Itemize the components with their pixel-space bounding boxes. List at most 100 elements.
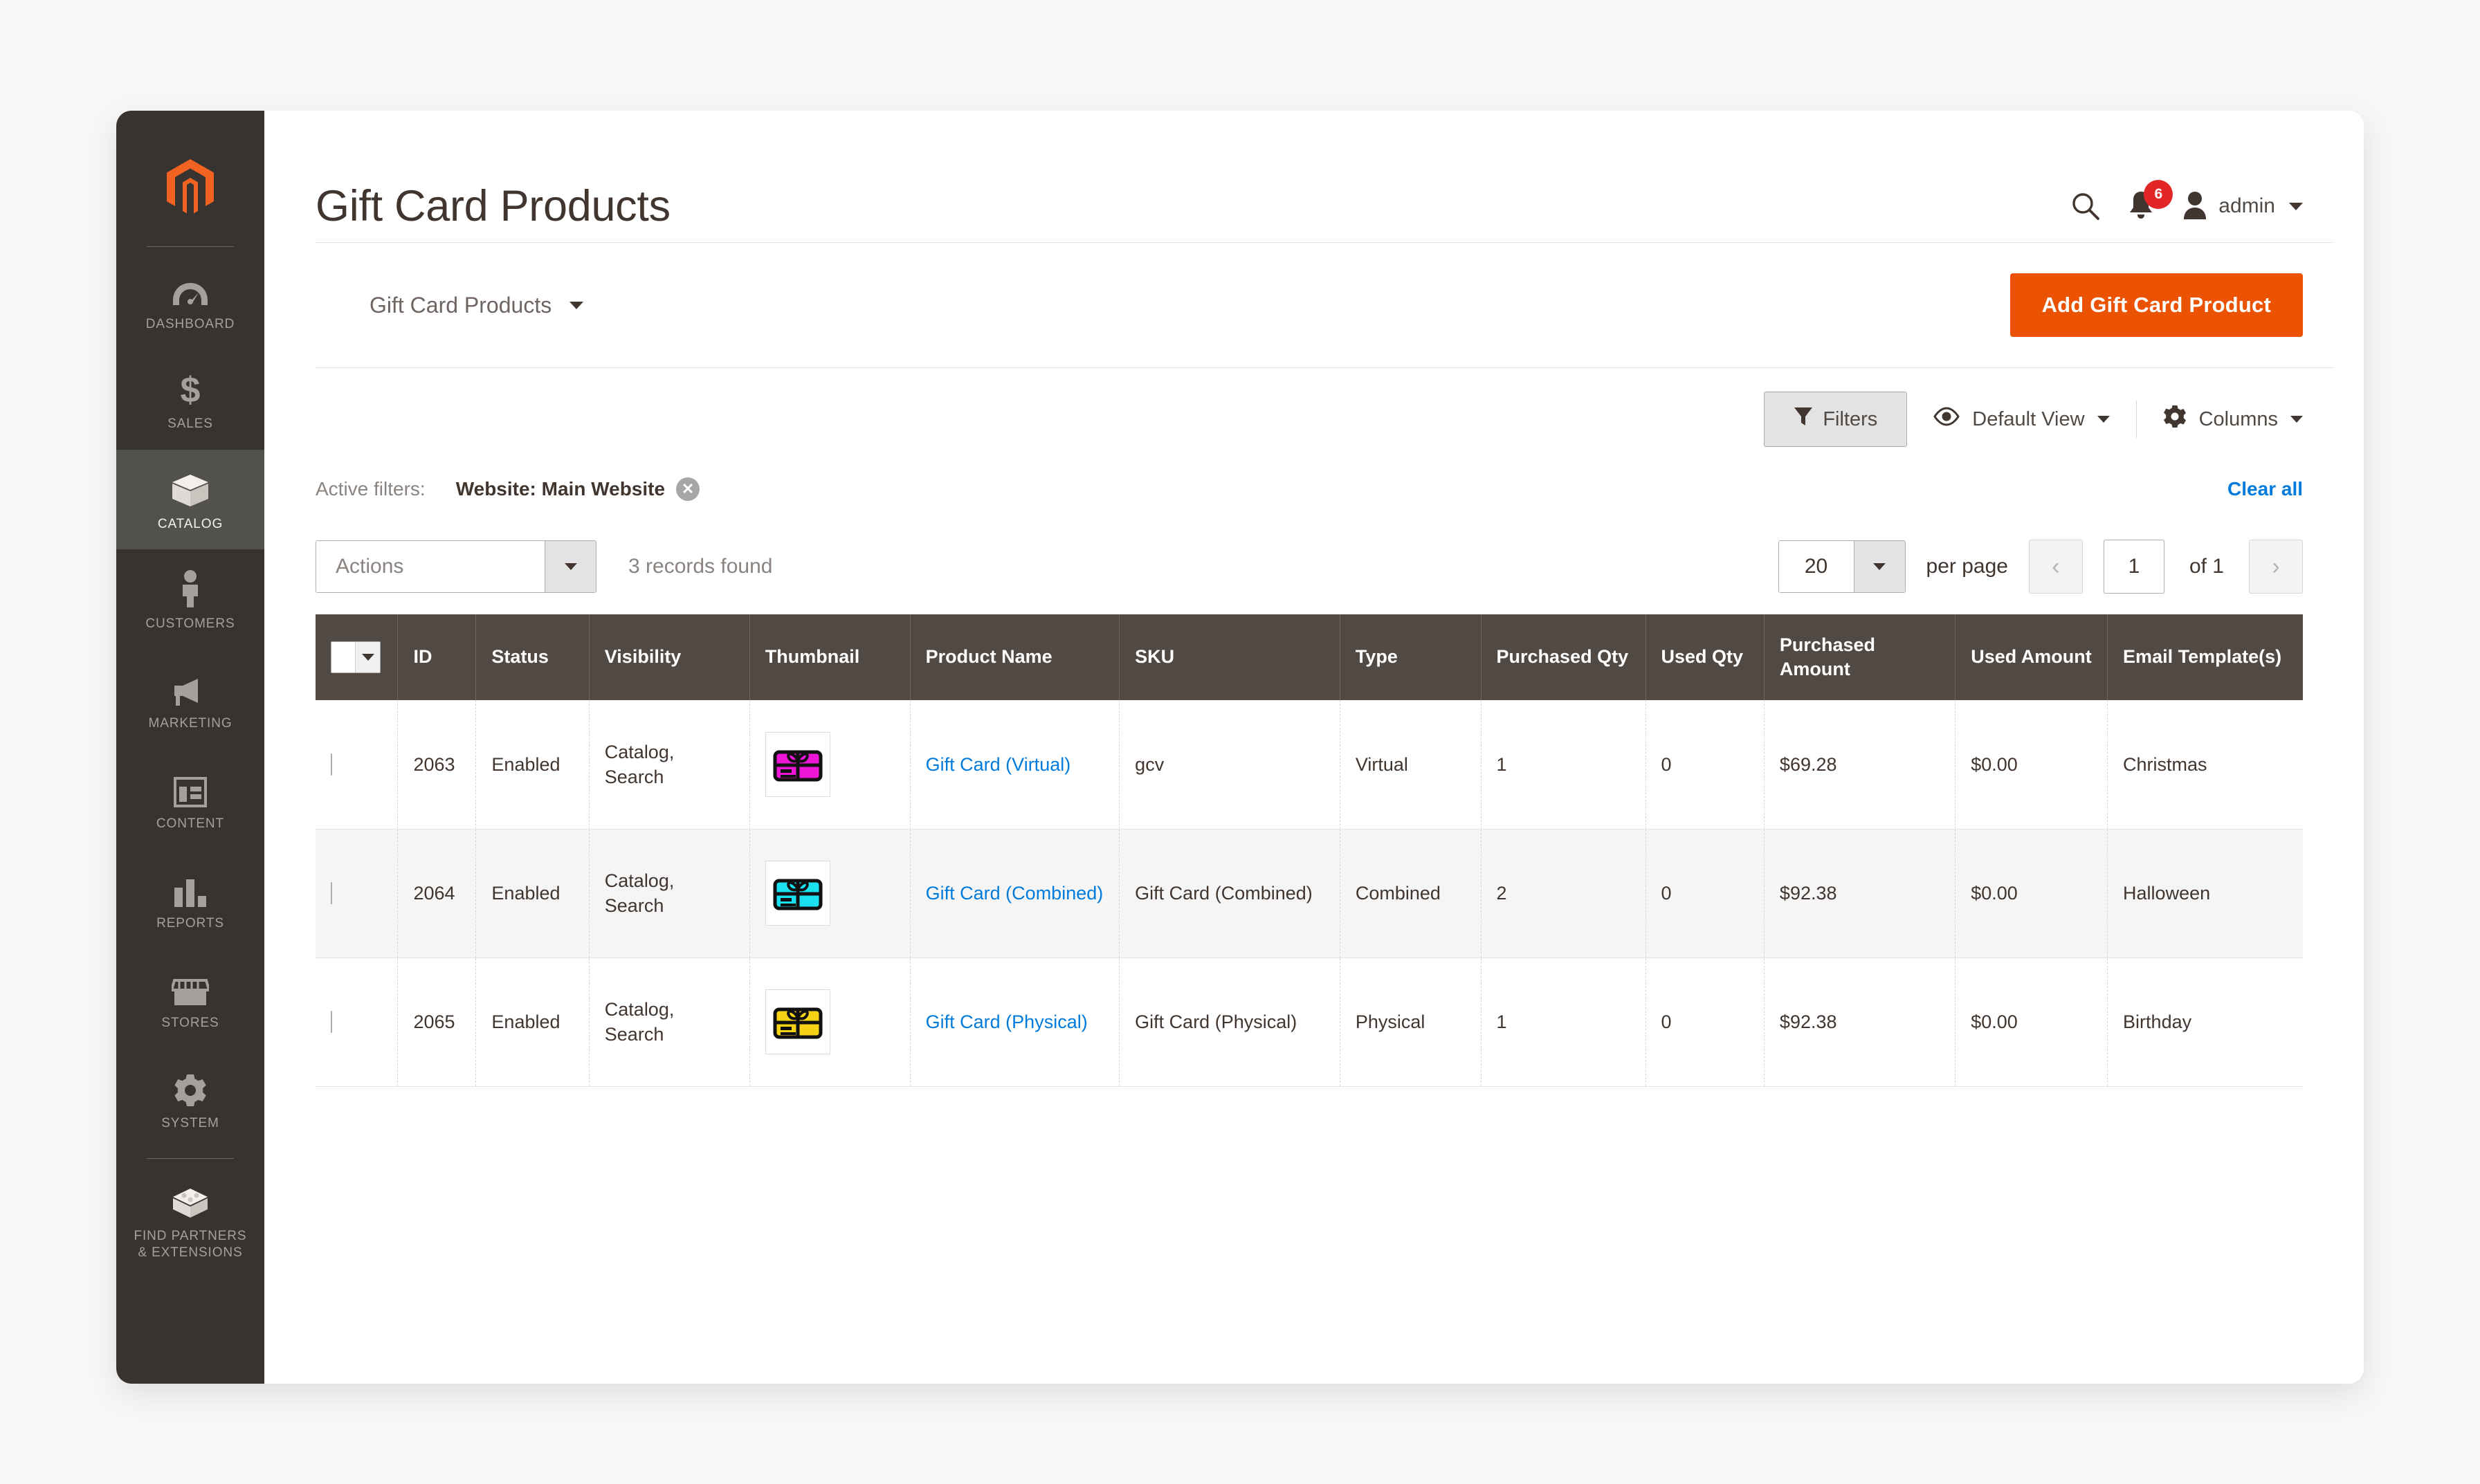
sidebar-item-label: SALES (167, 416, 213, 432)
products-grid-wrapper: ID Status Visibility Thumbnail Product N… (316, 614, 2333, 1087)
cell-used-qty: 0 (1645, 958, 1765, 1087)
svg-text:$: $ (181, 372, 201, 407)
column-header-used-amount[interactable]: Used Amount (1955, 614, 2108, 700)
active-filter-chip: Website: Main Website ✕ (456, 477, 700, 501)
column-header-id[interactable]: ID (397, 614, 477, 700)
cell-id: 2065 (397, 958, 477, 1087)
cell-visibility: Catalog, Search (589, 829, 750, 958)
sidebar-item-customers[interactable]: CUSTOMERS (116, 549, 264, 649)
page-number-input[interactable]: 1 (2103, 540, 2164, 594)
row-checkbox[interactable] (331, 753, 332, 776)
close-circle-icon[interactable]: ✕ (676, 477, 700, 501)
megaphone-icon (120, 667, 260, 707)
sidebar-item-label: SYSTEM (161, 1115, 219, 1130)
chevron-down-icon (569, 301, 584, 309)
per-page-label: per page (1926, 555, 2008, 578)
column-header-used-qty[interactable]: Used Qty (1645, 614, 1765, 700)
cell-used-amount: $0.00 (1955, 958, 2108, 1087)
column-header-status[interactable]: Status (475, 614, 590, 700)
gear-icon (120, 1067, 260, 1107)
default-view-dropdown[interactable]: Default View (1907, 407, 2135, 432)
table-row[interactable]: 2064 Enabled Catalog, Search Gift Card (… (316, 829, 2303, 958)
column-header-type[interactable]: Type (1340, 614, 1481, 700)
cell-purchased-qty: 2 (1481, 829, 1646, 958)
filters-button[interactable]: Filters (1764, 392, 1908, 447)
view-switcher[interactable]: Gift Card Products (316, 292, 584, 318)
active-filters-list: Active filters: Website: Main Website ✕ (316, 477, 700, 501)
notification-count-badge: 6 (2144, 179, 2173, 209)
cell-purchased-amount: $69.28 (1764, 700, 1956, 830)
page-header: Gift Card Products 6 admin (316, 111, 2333, 242)
table-header-row: ID Status Visibility Thumbnail Product N… (316, 614, 2303, 700)
columns-dropdown[interactable]: Columns (2137, 405, 2303, 434)
cell-type: Physical (1340, 958, 1481, 1087)
magento-logo-icon (167, 159, 214, 216)
sidebar-item-content[interactable]: CONTENT (116, 749, 264, 849)
cell-purchased-qty: 1 (1481, 700, 1646, 830)
gift-card-icon[interactable] (765, 861, 830, 926)
view-switcher-label: Gift Card Products (370, 292, 552, 318)
per-page-value: 20 (1778, 541, 1854, 592)
columns-label: Columns (2198, 407, 2278, 430)
sidebar-item-system[interactable]: SYSTEM (116, 1049, 264, 1148)
cell-product-name: Gift Card (Combined) (910, 829, 1120, 958)
sidebar-item-stores[interactable]: STORES (116, 949, 264, 1048)
sidebar-item-sales[interactable]: $ SALES (116, 349, 264, 449)
cell-used-qty: 0 (1645, 829, 1765, 958)
column-header-purchased-amount[interactable]: Purchased Amount (1764, 614, 1956, 700)
cell-type: Virtual (1340, 700, 1481, 830)
table-row[interactable]: 2065 Enabled Catalog, Search Gift Card (… (316, 958, 2303, 1087)
notifications-button[interactable]: 6 (2127, 179, 2173, 223)
column-header-visibility[interactable]: Visibility (589, 614, 750, 700)
eye-icon (1933, 407, 1960, 432)
cell-sku: Gift Card (Physical) (1119, 958, 1340, 1087)
cell-product-name: Gift Card (Physical) (910, 958, 1120, 1087)
filters-button-label: Filters (1823, 407, 1878, 430)
next-page-button[interactable]: › (2249, 540, 2303, 594)
gift-card-icon[interactable] (765, 989, 830, 1054)
chevron-down-icon (1853, 541, 1905, 592)
gift-card-icon[interactable] (765, 731, 830, 797)
sidebar-item-reports[interactable]: REPORTS (116, 849, 264, 949)
cell-purchased-qty: 1 (1481, 958, 1646, 1087)
sidebar-item-find-partners[interactable]: FIND PARTNERS & EXTENSIONS (116, 1162, 264, 1279)
add-gift-card-product-button[interactable]: Add Gift Card Product (2009, 273, 2303, 337)
user-menu[interactable]: admin (2181, 190, 2303, 223)
cell-id: 2063 (397, 700, 477, 830)
table-body: 2063 Enabled Catalog, Search Gift Card (… (316, 700, 2303, 1087)
column-header-email-templates[interactable]: Email Template(s) (2107, 614, 2303, 700)
row-select-cell (316, 829, 399, 958)
search-icon[interactable] (2070, 191, 2101, 221)
box-icon (120, 468, 260, 508)
cell-thumbnail (749, 700, 911, 830)
previous-page-button[interactable]: ‹ (2028, 540, 2083, 594)
magento-logo[interactable] (116, 129, 264, 246)
cell-email-templates: Birthday (2107, 958, 2303, 1087)
product-name-link[interactable]: Gift Card (Combined) (926, 883, 1104, 904)
row-checkbox[interactable] (331, 881, 332, 904)
table-header: ID Status Visibility Thumbnail Product N… (316, 614, 2303, 700)
column-header-sku[interactable]: SKU (1119, 614, 1340, 700)
checkbox-dropdown-icon[interactable] (331, 641, 381, 673)
actions-select[interactable]: Actions (316, 540, 596, 593)
clear-all-filters-link[interactable]: Clear all (2227, 478, 2303, 500)
sidebar-item-label: CATALOG (157, 516, 224, 531)
column-header-product-name[interactable]: Product Name (910, 614, 1120, 700)
cell-sku: gcv (1119, 700, 1340, 830)
cell-status: Enabled (475, 829, 590, 958)
column-header-purchased-qty[interactable]: Purchased Qty (1481, 614, 1646, 700)
per-page-select[interactable]: 20 (1778, 540, 1906, 593)
sidebar-item-dashboard[interactable]: DASHBOARD (116, 250, 264, 349)
product-name-link[interactable]: Gift Card (Physical) (926, 1011, 1088, 1032)
layout-icon (120, 767, 260, 807)
column-header-thumbnail[interactable]: Thumbnail (749, 614, 911, 700)
cell-thumbnail (749, 829, 911, 958)
cell-status: Enabled (475, 700, 590, 830)
chevron-down-icon (2290, 416, 2303, 423)
product-name-link[interactable]: Gift Card (Virtual) (926, 754, 1071, 775)
table-row[interactable]: 2063 Enabled Catalog, Search Gift Card (… (316, 700, 2303, 830)
sidebar-item-catalog[interactable]: CATALOG (116, 449, 264, 549)
sidebar-item-marketing[interactable]: MARKETING (116, 649, 264, 749)
row-checkbox[interactable] (331, 1010, 332, 1033)
view-toolbar: Gift Card Products Add Gift Card Product (316, 242, 2333, 368)
